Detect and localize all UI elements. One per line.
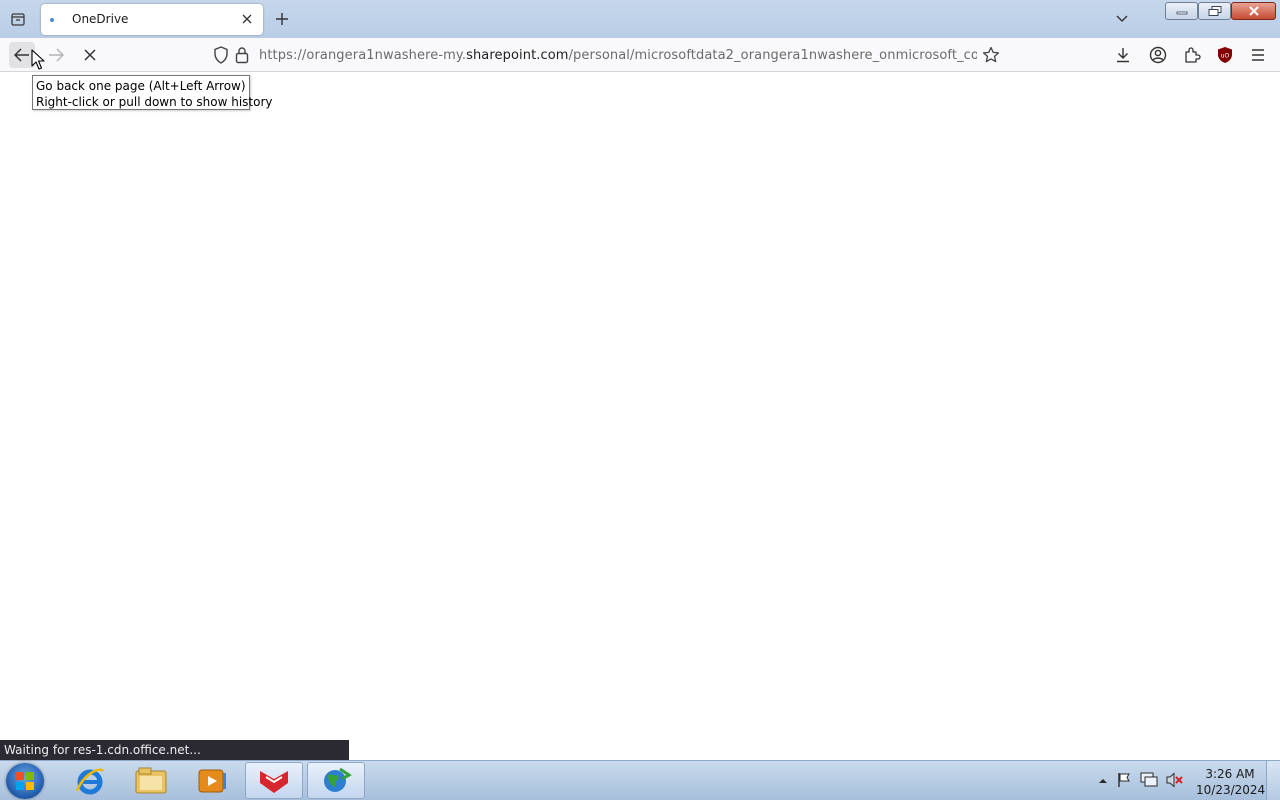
show-hidden-icons-icon[interactable] bbox=[1098, 774, 1108, 788]
stop-button[interactable] bbox=[77, 42, 103, 68]
url-path: /personal/microsoftdata2_orangera1nwashe… bbox=[568, 48, 977, 63]
volume-muted-icon[interactable] bbox=[1166, 771, 1184, 791]
extensions-icon[interactable] bbox=[1181, 44, 1203, 66]
url-prefix: https://orangera1nwashere-my. bbox=[259, 48, 467, 63]
start-button[interactable] bbox=[6, 763, 44, 799]
tooltip-line-2: Right-click or pull down to show history bbox=[36, 95, 273, 109]
forward-button[interactable] bbox=[43, 42, 69, 68]
list-all-tabs-icon[interactable] bbox=[8, 9, 28, 29]
url-domain: sharepoint.com bbox=[466, 48, 569, 63]
show-desktop-button[interactable] bbox=[1266, 761, 1280, 800]
back-arrow-icon bbox=[14, 48, 29, 62]
foxit-icon[interactable] bbox=[245, 762, 303, 799]
forward-arrow-icon bbox=[49, 48, 64, 62]
page-content bbox=[0, 72, 1280, 760]
svg-text:uO: uO bbox=[1221, 53, 1230, 60]
close-tab-icon[interactable] bbox=[239, 11, 255, 27]
account-icon[interactable] bbox=[1147, 44, 1169, 66]
clock-time: 3:26 AM bbox=[1205, 767, 1255, 781]
clock-date: 10/23/2024 bbox=[1196, 783, 1266, 797]
url-text[interactable]: https://orangera1nwashere-my.sharepoint.… bbox=[259, 48, 977, 63]
taskbar-clock[interactable]: 3:26 AM 10/23/2024 bbox=[1196, 766, 1266, 798]
window-controls bbox=[1165, 2, 1276, 22]
system-tray bbox=[1098, 771, 1184, 791]
close-window-button[interactable] bbox=[1231, 2, 1276, 20]
address-bar[interactable]: https://orangera1nwashere-my.sharepoint.… bbox=[206, 41, 1006, 69]
tab-onedrive[interactable]: OneDrive bbox=[41, 4, 263, 35]
network-globe-icon[interactable] bbox=[307, 762, 365, 799]
navigation-toolbar: https://orangera1nwashere-my.sharepoint.… bbox=[0, 38, 1280, 72]
shield-icon[interactable] bbox=[213, 46, 229, 67]
display-icon[interactable] bbox=[1140, 772, 1158, 791]
media-player-icon[interactable] bbox=[183, 762, 241, 799]
mouse-cursor-icon bbox=[31, 49, 45, 74]
chevron-down-icon[interactable] bbox=[1112, 9, 1132, 29]
windows-logo-icon bbox=[16, 772, 34, 790]
tooltip-line-1: Go back one page (Alt+Left Arrow) bbox=[36, 79, 246, 93]
tab-strip: OneDrive bbox=[0, 0, 1280, 38]
stop-icon bbox=[84, 49, 96, 61]
internet-explorer-icon[interactable] bbox=[61, 762, 119, 799]
action-center-flag-icon[interactable] bbox=[1116, 772, 1132, 791]
download-icon[interactable] bbox=[1112, 44, 1134, 66]
ublock-icon[interactable]: uO bbox=[1214, 44, 1236, 66]
loading-favicon-icon bbox=[50, 18, 54, 22]
star-icon[interactable] bbox=[982, 46, 1000, 67]
taskbar: 3:26 AM 10/23/2024 bbox=[0, 760, 1280, 800]
new-tab-icon[interactable] bbox=[272, 9, 292, 29]
minimize-button[interactable] bbox=[1165, 2, 1198, 20]
file-explorer-icon[interactable] bbox=[122, 762, 180, 799]
menu-icon[interactable] bbox=[1247, 44, 1269, 66]
restore-button[interactable] bbox=[1198, 2, 1231, 20]
status-bar: Waiting for res-1.cdn.office.net... bbox=[0, 740, 349, 760]
lock-icon[interactable] bbox=[235, 46, 249, 67]
back-button-tooltip: Go back one page (Alt+Left Arrow) Right-… bbox=[32, 75, 273, 110]
tab-title: OneDrive bbox=[72, 12, 129, 26]
